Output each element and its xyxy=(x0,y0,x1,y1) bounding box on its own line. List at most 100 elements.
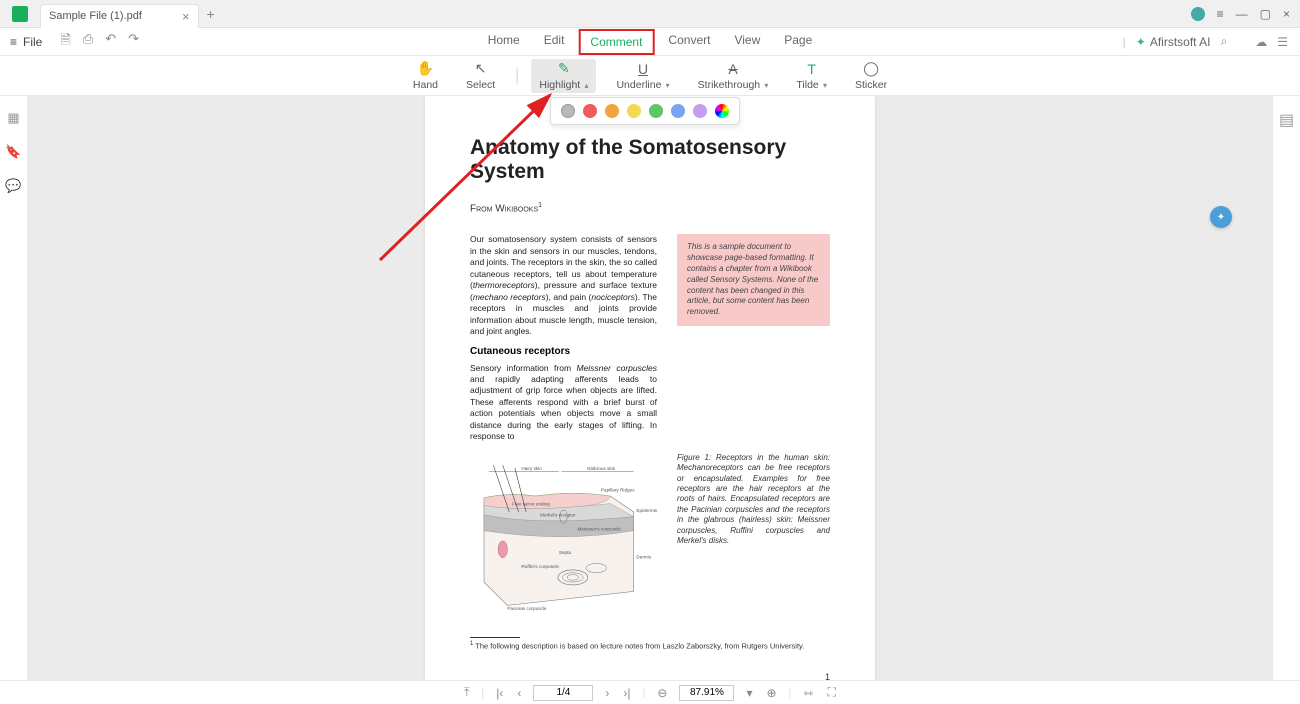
svg-text:Pacinian corpuscle: Pacinian corpuscle xyxy=(507,606,546,611)
ai-float-badge[interactable]: ✦ xyxy=(1210,206,1232,228)
first-page-icon[interactable]: |‹ xyxy=(494,686,505,700)
color-blue[interactable] xyxy=(671,104,685,118)
bookmark-icon[interactable]: 🔖 xyxy=(5,144,21,160)
zoom-out-icon[interactable]: ⊖ xyxy=(655,686,669,700)
menu-home[interactable]: Home xyxy=(478,29,530,55)
svg-text:Hairy skin: Hairy skin xyxy=(521,466,542,471)
menu-page[interactable]: Page xyxy=(774,29,822,55)
fit-page-icon[interactable]: ⛶ xyxy=(825,685,837,700)
tool-tilde[interactable]: T Tilde ▾ xyxy=(788,59,835,93)
svg-text:Merkel's receptor: Merkel's receptor xyxy=(540,512,576,517)
save-icon[interactable]: 🗎 xyxy=(60,31,70,53)
print-icon[interactable]: ⎙ xyxy=(83,31,93,53)
app-logo xyxy=(0,6,40,22)
tool-select[interactable]: ↖ Select xyxy=(458,59,503,93)
tab-add-icon[interactable]: + xyxy=(207,6,215,22)
chevron-up-icon: ▴ xyxy=(582,81,588,90)
menu-icon: ≡ xyxy=(10,35,17,49)
cutaneous-paragraph: Sensory information from Meissner corpus… xyxy=(470,363,657,443)
ai-button[interactable]: ✦ Afirstsoft AI xyxy=(1136,35,1211,49)
svg-text:Meissner's corpuscle: Meissner's corpuscle xyxy=(578,526,622,531)
sample-note-box: This is a sample document to showcase pa… xyxy=(677,234,830,326)
sticker-icon: ◯ xyxy=(863,61,879,77)
color-green[interactable] xyxy=(649,104,663,118)
ai-text: Afirstsoft AI xyxy=(1150,35,1211,49)
settings-lines-icon[interactable]: ☰ xyxy=(1277,35,1288,49)
page-input[interactable] xyxy=(533,685,593,701)
menu-comment[interactable]: Comment xyxy=(578,29,654,55)
tool-underline[interactable]: U Underline ▾ xyxy=(608,59,677,93)
strikethrough-icon: A xyxy=(728,61,737,77)
file-menu[interactable]: ≡ File xyxy=(0,35,52,49)
hamburger-icon[interactable]: ≡ xyxy=(1217,7,1224,21)
next-page-icon[interactable]: › xyxy=(603,686,611,700)
cloud-icon[interactable]: ☁ xyxy=(1255,35,1267,49)
undo-icon[interactable]: ↶ xyxy=(105,31,116,53)
fit-width-icon[interactable]: ⇿ xyxy=(801,686,815,700)
svg-text:Epidermis: Epidermis xyxy=(636,508,657,513)
zoom-in-icon[interactable]: ⊕ xyxy=(764,686,778,700)
tool-strikethrough[interactable]: A Strikethrough ▾ xyxy=(690,59,777,93)
user-avatar[interactable] xyxy=(1191,7,1205,21)
svg-text:Septa: Septa xyxy=(559,550,572,555)
go-top-icon[interactable]: ⤒ xyxy=(462,685,471,700)
close-icon[interactable]: × xyxy=(1283,7,1290,21)
chevron-down-icon: ▾ xyxy=(663,81,669,90)
color-gray[interactable] xyxy=(561,104,575,118)
statusbar: ⤒ | |‹ ‹ › ›| | ⊖ ▾ ⊕ | ⇿ ⛶ xyxy=(0,680,1300,704)
color-red[interactable] xyxy=(583,104,597,118)
color-orange[interactable] xyxy=(605,104,619,118)
svg-text:Ruffini's corpuscle: Ruffini's corpuscle xyxy=(521,564,559,569)
tool-hand[interactable]: ✋ Hand xyxy=(405,59,446,93)
intro-paragraph: Our somatosensory system consists of sen… xyxy=(470,234,657,337)
thumbnails-icon[interactable]: ▦ xyxy=(7,110,19,126)
color-purple[interactable] xyxy=(693,104,707,118)
pdf-page: Anatomy of the Somatosensory System From… xyxy=(425,96,875,680)
menu-convert[interactable]: Convert xyxy=(658,29,720,55)
svg-text:Glabrous skin: Glabrous skin xyxy=(587,466,616,471)
maximize-icon[interactable]: ▢ xyxy=(1260,7,1271,21)
comment-toolbar: ✋ Hand ↖ Select | ✎ Highlight ▴ U Underl… xyxy=(0,56,1300,96)
titlebar: Sample File (1).pdf × + ≡ — ▢ × xyxy=(0,0,1300,28)
file-label: File xyxy=(23,35,42,49)
comments-panel-icon[interactable]: 💬 xyxy=(5,178,21,194)
sidebar-right: ▤ xyxy=(1272,96,1300,680)
page-number: 1 xyxy=(470,672,830,680)
svg-text:Papillary Ridges: Papillary Ridges xyxy=(601,487,635,492)
menubar: ≡ File 🗎 ⎙ ↶ ↷ Home Edit Comment Convert… xyxy=(0,28,1300,56)
sidebar-left: ▦ 🔖 💬 xyxy=(0,96,28,680)
redo-icon[interactable]: ↷ xyxy=(128,31,139,53)
footnote: 1 The following description is based on … xyxy=(470,641,830,651)
zoom-dd-icon[interactable]: ▾ xyxy=(744,686,754,700)
svg-text:Free nerve ending: Free nerve ending xyxy=(512,501,550,506)
sparkle-icon: ✦ xyxy=(1136,35,1146,49)
document-tab[interactable]: Sample File (1).pdf × xyxy=(40,4,199,28)
properties-icon[interactable]: ▤ xyxy=(1279,110,1294,130)
menu-view[interactable]: View xyxy=(724,29,770,55)
color-custom[interactable] xyxy=(715,104,729,118)
menu-edit[interactable]: Edit xyxy=(534,29,575,55)
color-palette xyxy=(550,97,740,125)
svg-text:Dermis: Dermis xyxy=(636,555,651,560)
tilde-icon: T xyxy=(807,61,816,77)
chevron-down-icon: ▾ xyxy=(821,81,827,90)
tool-sticker[interactable]: ◯ Sticker xyxy=(847,59,895,93)
chevron-down-icon: ▾ xyxy=(762,81,768,90)
main-menu: Home Edit Comment Convert View Page xyxy=(478,29,823,55)
last-page-icon[interactable]: ›| xyxy=(621,686,632,700)
color-yellow[interactable] xyxy=(627,104,641,118)
page-title: Anatomy of the Somatosensory System xyxy=(470,136,830,184)
cursor-icon: ↖ xyxy=(475,61,487,77)
document-viewport[interactable]: Anatomy of the Somatosensory System From… xyxy=(28,96,1272,680)
minimize-icon[interactable]: — xyxy=(1236,7,1248,21)
page-source: From Wikibooks1 xyxy=(470,202,830,214)
hand-icon: ✋ xyxy=(417,61,434,77)
tool-highlight[interactable]: ✎ Highlight ▴ xyxy=(531,59,596,93)
highlight-icon: ✎ xyxy=(558,61,570,77)
figure-caption: Figure 1: Receptors in the human skin: M… xyxy=(677,453,830,547)
tab-close-icon[interactable]: × xyxy=(182,9,190,24)
search-icon[interactable]: ⌕ xyxy=(1221,34,1228,49)
prev-page-icon[interactable]: ‹ xyxy=(515,686,523,700)
zoom-input[interactable] xyxy=(679,685,734,701)
underline-icon: U xyxy=(638,61,648,77)
